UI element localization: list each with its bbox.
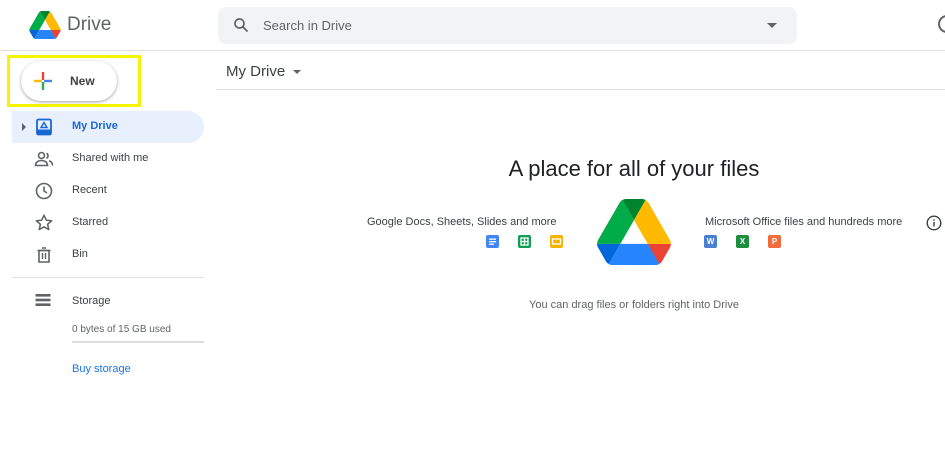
sidebar-item-starred[interactable]: Starred [12,207,204,239]
search-icon[interactable] [232,16,250,34]
sidebar-item-storage[interactable]: Storage [12,288,204,312]
new-button-label: New [70,74,95,88]
expand-arrow-icon[interactable] [22,123,26,131]
storage-icon [35,294,51,306]
main-divider [216,89,945,90]
new-button[interactable]: New [21,61,117,101]
sidebar-item-label: Recent [72,184,107,196]
sidebar-item-bin[interactable]: Bin [12,239,204,271]
sidebar-item-label: Bin [72,248,88,260]
drag-hint-text: You can drag files or folders right into… [529,299,739,311]
powerpoint-icon: P [768,235,781,248]
sidebar-item-recent[interactable]: Recent [12,175,204,207]
docs-icon [486,235,499,248]
my-drive-icon [36,118,52,136]
sidebar-divider [12,277,204,278]
sidebar-item-label: Shared with me [72,152,149,164]
shared-people-icon [34,151,54,167]
google-drive-illustration [597,199,671,265]
help-icon[interactable] [938,15,945,33]
sidebar-item-label: Starred [72,216,109,228]
sheets-icon [518,235,531,248]
search-options-dropdown-icon[interactable] [767,23,777,28]
chevron-down-icon[interactable] [293,70,302,75]
word-icon: W [704,235,717,248]
excel-icon: X [736,235,749,248]
slides-icon [550,235,563,248]
top-bar: Drive Search in Drive [0,0,945,51]
storage-used-text: 0 bytes of 15 GB used [72,324,171,335]
storage-usage-bar [72,341,204,343]
storage-label: Storage [72,295,111,307]
sidebar-item-shared-with-me[interactable]: Shared with me [12,143,204,175]
clock-icon [35,182,53,200]
star-icon [35,214,53,231]
sidebar-item-label: My Drive [72,120,118,132]
google-drive-logo[interactable] [29,11,61,39]
empty-state-title: A place for all of your files [508,156,760,181]
search-input[interactable]: Search in Drive [263,18,352,33]
breadcrumb[interactable]: My Drive [226,63,302,80]
search-bar[interactable]: Search in Drive [218,7,797,44]
breadcrumb-my-drive[interactable]: My Drive [226,63,285,80]
info-icon[interactable] [926,215,942,231]
google-formats-caption: Google Docs, Sheets, Slides and more [367,216,557,228]
sidebar-item-my-drive[interactable]: My Drive [12,111,204,143]
app-title: Drive [67,14,112,35]
buy-storage-link[interactable]: Buy storage [72,363,131,375]
trash-icon [37,247,51,263]
office-formats-caption: Microsoft Office files and hundreds more [705,216,903,228]
plus-icon [34,72,52,90]
